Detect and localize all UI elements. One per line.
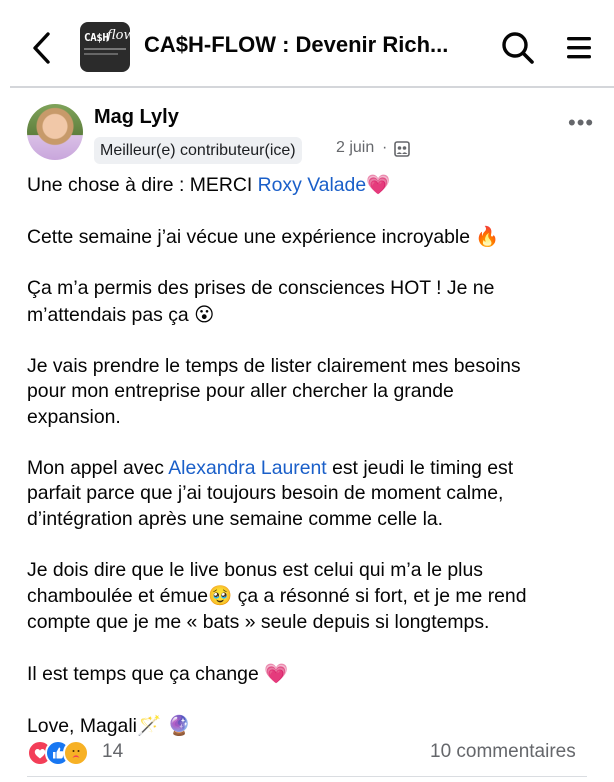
post-text: Je dois dire que le live bonus est celui… (27, 558, 483, 581)
back-button[interactable] (28, 30, 56, 66)
post-paragraph: Cette semaine j’ai vécue une expérience … (27, 224, 597, 251)
post-paragraph: Une chose à dire : MERCI Roxy Valade💗 (27, 172, 597, 199)
post-text: Mon appel avec (27, 456, 169, 479)
care-icon (63, 740, 89, 766)
post-text: Une chose à dire : MERCI (27, 174, 258, 196)
separator-dot: · (382, 139, 388, 156)
post-text: ça a résonné si fort, et je me rend (232, 585, 527, 607)
post-date[interactable]: 2 juin (336, 139, 374, 157)
footer-divider (27, 776, 587, 777)
reaction-count[interactable]: 14 (102, 741, 123, 763)
fire-emoji: 🔥 (475, 225, 500, 248)
more-options-button[interactable]: ••• (568, 110, 594, 136)
post-text: parfait parce que j’ai toujours besoin d… (27, 482, 504, 504)
post-text: m’attendais pas ça (27, 303, 195, 326)
contributor-badge[interactable]: Meilleur(e) contributeur(ice) (94, 137, 302, 164)
post-text: Je vais prendre le temps de lister clair… (27, 354, 521, 377)
post-text: chamboulée et émue (27, 585, 209, 607)
post-text: compte que je me « bats » seule depuis s… (27, 610, 490, 633)
mention-link[interactable]: Alexandra Laurent (168, 457, 326, 479)
mention-link[interactable]: Roxy Valade (258, 174, 367, 196)
post-text: Ça m’a permis des prises de consciences … (27, 277, 495, 299)
surprised-emoji: 😮 (194, 302, 215, 326)
post-text: Il est temps que ça change (27, 662, 265, 685)
post-paragraph: Ça m’a permis des prises de consciences … (27, 276, 597, 328)
post-text: d’intégration après une semaine comme ce… (27, 507, 444, 530)
author-name[interactable]: Mag Lyly (94, 106, 179, 129)
hamburger-icon (567, 37, 591, 59)
thumb-line (84, 48, 126, 50)
search-button[interactable] (500, 30, 536, 66)
header-divider (10, 86, 614, 88)
post-text: Love, Magali (27, 714, 137, 737)
search-icon (502, 32, 534, 64)
heart-emoji: 💗 (264, 661, 289, 685)
thumb-line (84, 53, 118, 55)
chevron-left-icon (33, 32, 50, 64)
heart-emoji: 💗 (366, 173, 391, 196)
group-title[interactable]: CA$H-FLOW : Devenir Rich... (144, 32, 448, 58)
post-text: expansion. (27, 405, 121, 428)
post-text: Cette semaine j’ai vécue une expérience … (27, 226, 476, 248)
group-cover-thumbnail[interactable]: CA$H flow (80, 22, 130, 72)
post-paragraph: Il est temps que ça change 💗 (27, 661, 597, 688)
post-paragraph: Je vais prendre le temps de lister clair… (27, 354, 597, 431)
thumb-text-a: CA$H (84, 31, 109, 44)
post-paragraph: Mon appel avec Alexandra Laurent est jeu… (27, 456, 597, 533)
post-text: pour mon entreprise pour aller chercher … (27, 380, 454, 402)
post-body: Une chose à dire : MERCI Roxy Valade💗 Ce… (27, 172, 597, 739)
comments-count-link[interactable]: 10 commentaires (430, 741, 576, 763)
wand-crystal-emoji: 🪄 🔮 (136, 713, 192, 737)
teary-emoji: 🥹 (208, 584, 233, 607)
group-header: CA$H flow CA$H-FLOW : Devenir Rich... (0, 0, 614, 88)
author-avatar[interactable] (27, 104, 83, 160)
group-audience-icon (394, 141, 410, 157)
post-paragraph: Je dois dire que le live bonus est celui… (27, 558, 597, 636)
thumb-text-b: flow (107, 28, 130, 43)
reaction-icons[interactable] (27, 740, 97, 766)
menu-button[interactable] (566, 35, 592, 61)
post-text: est jeudi le timing est (326, 456, 514, 479)
post-paragraph: Love, Magali🪄 🔮 (27, 713, 597, 740)
